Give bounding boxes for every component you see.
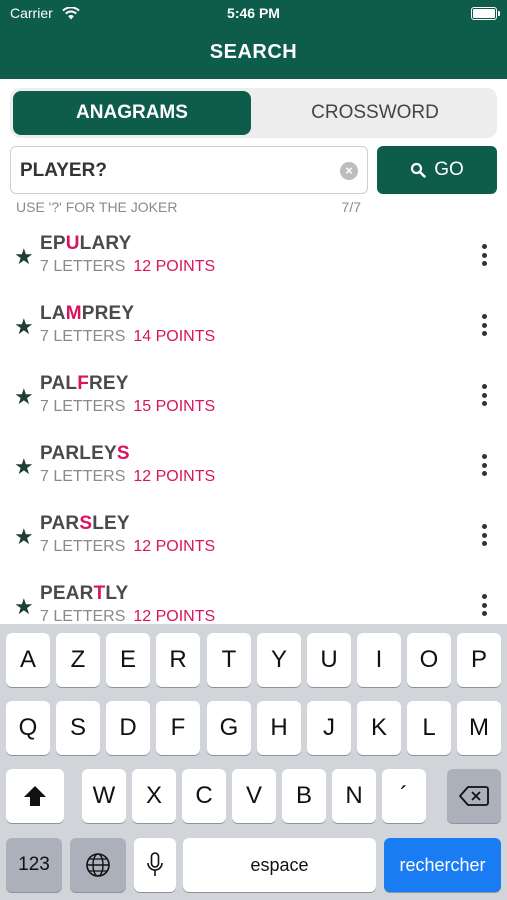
mode-tabs: ANAGRAMS CROSSWORD [10, 88, 497, 138]
word-meta: 7 LETTERS 12 POINTS [40, 258, 216, 275]
list-item[interactable]: ★ EPULARY 7 LETTERS 12 POINTS [0, 220, 507, 290]
page-title: SEARCH [209, 41, 298, 63]
more-icon[interactable] [481, 314, 487, 336]
joker-hint: USE '?' FOR THE JOKER [16, 199, 178, 215]
word: PALFREY [40, 373, 129, 394]
go-button[interactable]: GO [377, 146, 497, 194]
key-m[interactable]: M [457, 701, 501, 755]
star-icon[interactable]: ★ [14, 244, 34, 270]
word: EPULARY [40, 233, 132, 254]
word-meta: 7 LETTERS 12 POINTS [40, 538, 216, 555]
key-accent[interactable]: ´ [382, 769, 426, 823]
keyboard: A Z E R T Y U I O P Q S D F G H J K L M … [0, 624, 507, 900]
key-w[interactable]: W [82, 769, 126, 823]
key-e[interactable]: E [106, 633, 150, 687]
list-item[interactable]: ★ PARLEYS 7 LETTERS 12 POINTS [0, 430, 507, 500]
mic-icon [147, 852, 163, 876]
globe-icon [86, 853, 110, 877]
more-icon[interactable] [481, 244, 487, 266]
key-h[interactable]: H [257, 701, 301, 755]
star-icon[interactable]: ★ [14, 524, 34, 550]
star-icon[interactable]: ★ [14, 384, 34, 410]
key-o[interactable]: O [407, 633, 451, 687]
key-b[interactable]: B [282, 769, 326, 823]
search-icon [411, 162, 426, 178]
mic-key[interactable] [134, 838, 176, 892]
key-l[interactable]: L [407, 701, 451, 755]
list-item[interactable]: ★ PALFREY 7 LETTERS 15 POINTS [0, 360, 507, 430]
key-p[interactable]: P [457, 633, 501, 687]
tab-anagrams[interactable]: ANAGRAMS [13, 91, 251, 135]
star-icon[interactable]: ★ [14, 594, 34, 620]
key-i[interactable]: I [357, 633, 401, 687]
key-t[interactable]: T [207, 633, 251, 687]
list-item[interactable]: ★ PEARTLY 7 LETTERS 12 POINTS [0, 570, 507, 625]
word-meta: 7 LETTERS 12 POINTS [40, 608, 216, 625]
space-key[interactable]: espace [183, 838, 376, 892]
key-v[interactable]: V [232, 769, 276, 823]
shift-icon [24, 786, 46, 806]
globe-key[interactable] [70, 838, 126, 892]
results-list: ★ EPULARY 7 LETTERS 12 POINTS ★ LAMPREY 7… [0, 220, 507, 625]
word-meta: 7 LETTERS 14 POINTS [40, 328, 216, 345]
word-meta: 7 LETTERS 12 POINTS [40, 468, 216, 485]
word-meta: 7 LETTERS 15 POINTS [40, 398, 216, 415]
backspace-icon [459, 786, 489, 806]
status-bar: Carrier 5:46 PM [0, 5, 507, 23]
word: PARLEYS [40, 443, 130, 464]
star-icon[interactable]: ★ [14, 314, 34, 340]
status-time: 5:46 PM [227, 5, 280, 21]
key-y[interactable]: Y [257, 633, 301, 687]
key-s[interactable]: S [56, 701, 100, 755]
search-input[interactable]: PLAYER? × [10, 146, 368, 194]
list-item[interactable]: ★ LAMPREY 7 LETTERS 14 POINTS [0, 290, 507, 360]
search-value: PLAYER? [20, 160, 107, 181]
key-n[interactable]: N [332, 769, 376, 823]
more-icon[interactable] [481, 524, 487, 546]
word: PARSLEY [40, 513, 130, 534]
tab-crossword[interactable]: CROSSWORD [256, 91, 494, 135]
battery-icon [471, 7, 500, 20]
result-count: 7/7 [341, 199, 361, 215]
key-z[interactable]: Z [56, 633, 100, 687]
key-q[interactable]: Q [6, 701, 50, 755]
shift-key[interactable] [6, 769, 64, 823]
key-k[interactable]: K [357, 701, 401, 755]
more-icon[interactable] [481, 454, 487, 476]
clear-icon[interactable]: × [340, 162, 358, 180]
key-a[interactable]: A [6, 633, 50, 687]
list-item[interactable]: ★ PARSLEY 7 LETTERS 12 POINTS [0, 500, 507, 570]
go-label: GO [434, 159, 464, 180]
delete-key[interactable] [447, 769, 501, 823]
numbers-key[interactable]: 123 [6, 838, 62, 892]
key-r[interactable]: R [156, 633, 200, 687]
key-x[interactable]: X [132, 769, 176, 823]
key-c[interactable]: C [182, 769, 226, 823]
key-d[interactable]: D [106, 701, 150, 755]
key-f[interactable]: F [156, 701, 200, 755]
key-j[interactable]: J [307, 701, 351, 755]
word: PEARTLY [40, 583, 129, 604]
app-header: Carrier 5:46 PM SEARCH [0, 0, 507, 79]
key-g[interactable]: G [207, 701, 251, 755]
search-key[interactable]: rechercher [384, 838, 501, 892]
word: LAMPREY [40, 303, 135, 324]
more-icon[interactable] [481, 384, 487, 406]
key-u[interactable]: U [307, 633, 351, 687]
more-icon[interactable] [481, 594, 487, 616]
star-icon[interactable]: ★ [14, 454, 34, 480]
